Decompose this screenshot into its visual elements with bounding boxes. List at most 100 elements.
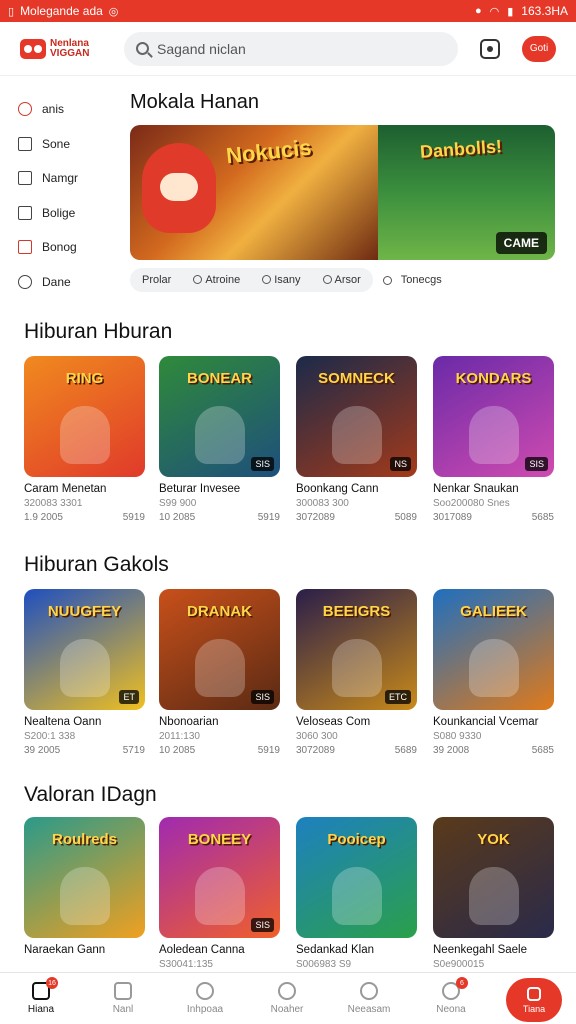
game-thumbnail[interactable]: SOMNECK NS — [296, 356, 417, 477]
game-art-title: YOK — [477, 831, 510, 848]
chip-solo[interactable]: Tonecgs — [382, 274, 442, 286]
sidebar-item-1[interactable]: Sone — [18, 127, 118, 162]
game-name: Veloseas Com — [296, 716, 371, 728]
game-thumbnail[interactable]: KONDARS SIS — [433, 356, 554, 477]
game-subtitle: S080 9330 — [433, 731, 482, 742]
hero-banner[interactable]: Nokucis Danbolls! CAME — [130, 125, 555, 260]
game-card[interactable]: DRANAK SIS Nbonoarian 2011:130 10 2085 5919 — [159, 589, 280, 756]
game-count: 39 2005 — [24, 745, 61, 756]
game-name: Sedankad Klan — [296, 944, 375, 956]
game-thumbnail[interactable]: DRANAK SIS — [159, 589, 280, 710]
game-card[interactable]: NUUGFEY ET Nealtena Oann S200:1 338 39 2005 5… — [24, 589, 145, 756]
nav-label: Noaher — [270, 1004, 304, 1015]
game-thumbnail[interactable]: YOK — [433, 817, 554, 938]
wifi-icon: ◠ — [489, 5, 500, 18]
logo-line-1: Nenlana — [50, 37, 89, 49]
game-views: 5685 — [531, 512, 554, 523]
character-icon — [332, 867, 382, 925]
game-card[interactable]: Pooicep Sedankad Klan S006983 S9 — [296, 817, 417, 970]
chip-2[interactable]: Isany — [262, 274, 301, 286]
game-name: Beturar Invesee — [159, 483, 241, 495]
game-meta: 39 2008 5685 — [433, 745, 554, 756]
game-card[interactable]: KONDARS SIS Nenkar Snaukan Soo200080 Snes 30… — [433, 356, 554, 523]
sidebar-item-label: Sone — [42, 136, 71, 151]
nav-badge: 16 — [46, 977, 58, 989]
game-card[interactable]: Roulreds Naraekan Gann — [24, 817, 145, 956]
game-thumbnail[interactable]: GALIEEK — [433, 589, 554, 710]
game-art-title: DRANAK — [187, 603, 252, 620]
game-thumbnail[interactable]: RING — [24, 356, 145, 477]
nav-badge: 6 — [456, 977, 468, 989]
search-icon — [360, 982, 378, 1000]
game-thumbnail[interactable]: BEEIGRS ETC — [296, 589, 417, 710]
game-card[interactable]: RING Caram Menetan 320083 3301 1.9 2005 5919 — [24, 356, 145, 523]
game-card[interactable]: BONEAR SIS Beturar Invesee S99 900 10 2085 59… — [159, 356, 280, 523]
game-meta: 3017089 5685 — [433, 512, 554, 523]
nav-messages[interactable]: Neona 6 — [410, 973, 492, 1024]
game-thumbnail[interactable]: BONEAR SIS — [159, 356, 280, 477]
game-subtitle: S30041:135 — [159, 959, 213, 970]
nav-add[interactable]: Noaher — [246, 973, 328, 1024]
game-thumbnail[interactable]: BONEEY SIS — [159, 817, 280, 938]
chip-0[interactable]: Prolar — [142, 274, 171, 286]
game-art-title: GALIEEK — [460, 603, 527, 620]
gamepad-icon — [114, 982, 132, 1000]
section-title: Valoran IDagn — [24, 783, 157, 806]
game-card[interactable]: SOMNECK NS Boonkang Cann 300083 300 3072089 5… — [296, 356, 417, 523]
game-thumbnail[interactable]: NUUGFEY ET — [24, 589, 145, 710]
game-subtitle: S006983 S9 — [296, 959, 352, 970]
sidebar-item-4[interactable]: Bonog — [18, 230, 118, 265]
chip-3[interactable]: Arsor — [322, 274, 361, 286]
sidebar-item-2[interactable]: Namgr — [18, 161, 118, 196]
game-meta: 10 2085 5919 — [159, 745, 280, 756]
character-icon — [195, 639, 245, 697]
game-views: 5919 — [257, 512, 280, 523]
character-icon — [469, 406, 519, 464]
section-title: Hiburan Gakols — [24, 553, 169, 576]
bag-icon[interactable] — [480, 38, 500, 59]
game-card[interactable]: BEEIGRS ETC Veloseas Com 3060 300 3072089 568… — [296, 589, 417, 756]
sidebar-item-label: Bonog — [42, 240, 77, 255]
game-card[interactable]: BONEEY SIS Aoledean Canna S30041:135 — [159, 817, 280, 970]
chip-1[interactable]: Atroine — [193, 274, 240, 286]
game-thumbnail[interactable]: Pooicep — [296, 817, 417, 938]
game-thumbnail[interactable]: Roulreds — [24, 817, 145, 938]
nav-home[interactable]: Hiana 16 — [0, 973, 82, 1024]
game-art-title: Pooicep — [327, 831, 386, 848]
nav-search[interactable]: Neeasam — [328, 973, 410, 1024]
character-icon — [60, 406, 110, 464]
play-icon — [18, 136, 32, 151]
nav-profile[interactable]: Inhpoaa — [164, 973, 246, 1024]
game-card[interactable]: YOK Neenkegahl Saele S0e900015 — [433, 817, 554, 970]
game-name: Boonkang Cann — [296, 483, 379, 495]
character-icon — [60, 639, 110, 697]
game-meta: 39 2005 5719 — [24, 745, 145, 756]
nav-fab-button[interactable]: Tiana — [506, 978, 562, 1022]
sidebar-item-0[interactable]: anis — [18, 92, 118, 127]
character-icon — [332, 639, 382, 697]
game-meta: 3072089 5689 — [296, 745, 417, 756]
character-icon — [469, 639, 519, 697]
sidebar-item-3[interactable]: Bolige — [18, 196, 118, 231]
character-icon — [332, 406, 382, 464]
search-input[interactable]: Sagand niclan — [124, 31, 458, 66]
nav-games[interactable]: Nanl — [82, 973, 164, 1024]
sidebar-item-5[interactable]: Dane — [18, 265, 118, 300]
sidebar-item-label: Namgr — [42, 171, 79, 186]
game-count: 1.9 2005 — [24, 512, 63, 523]
header-action-button[interactable]: Goti — [522, 35, 556, 62]
game-meta: 10 2085 5919 — [159, 512, 280, 523]
star-icon — [193, 275, 203, 284]
game-tag: ET — [119, 690, 139, 704]
game-tag: SIS — [525, 457, 548, 471]
game-art-title: SOMNECK — [318, 370, 395, 387]
game-tag: ETC — [385, 690, 411, 704]
logo-line-2: VIGGAN — [50, 47, 90, 59]
game-name: Neenkegahl Saele — [433, 944, 527, 956]
game-card[interactable]: GALIEEK Kounkancial Vcemar S080 9330 39 200… — [433, 589, 554, 756]
nav-fab-label: Tiana — [522, 1003, 546, 1014]
app-logo[interactable]: Nenlana VIGGAN — [20, 37, 120, 59]
chip-group: Prolar Atroine Isany Arsor — [130, 268, 373, 292]
square-icon — [18, 171, 32, 186]
logo-mask-icon — [20, 38, 46, 59]
